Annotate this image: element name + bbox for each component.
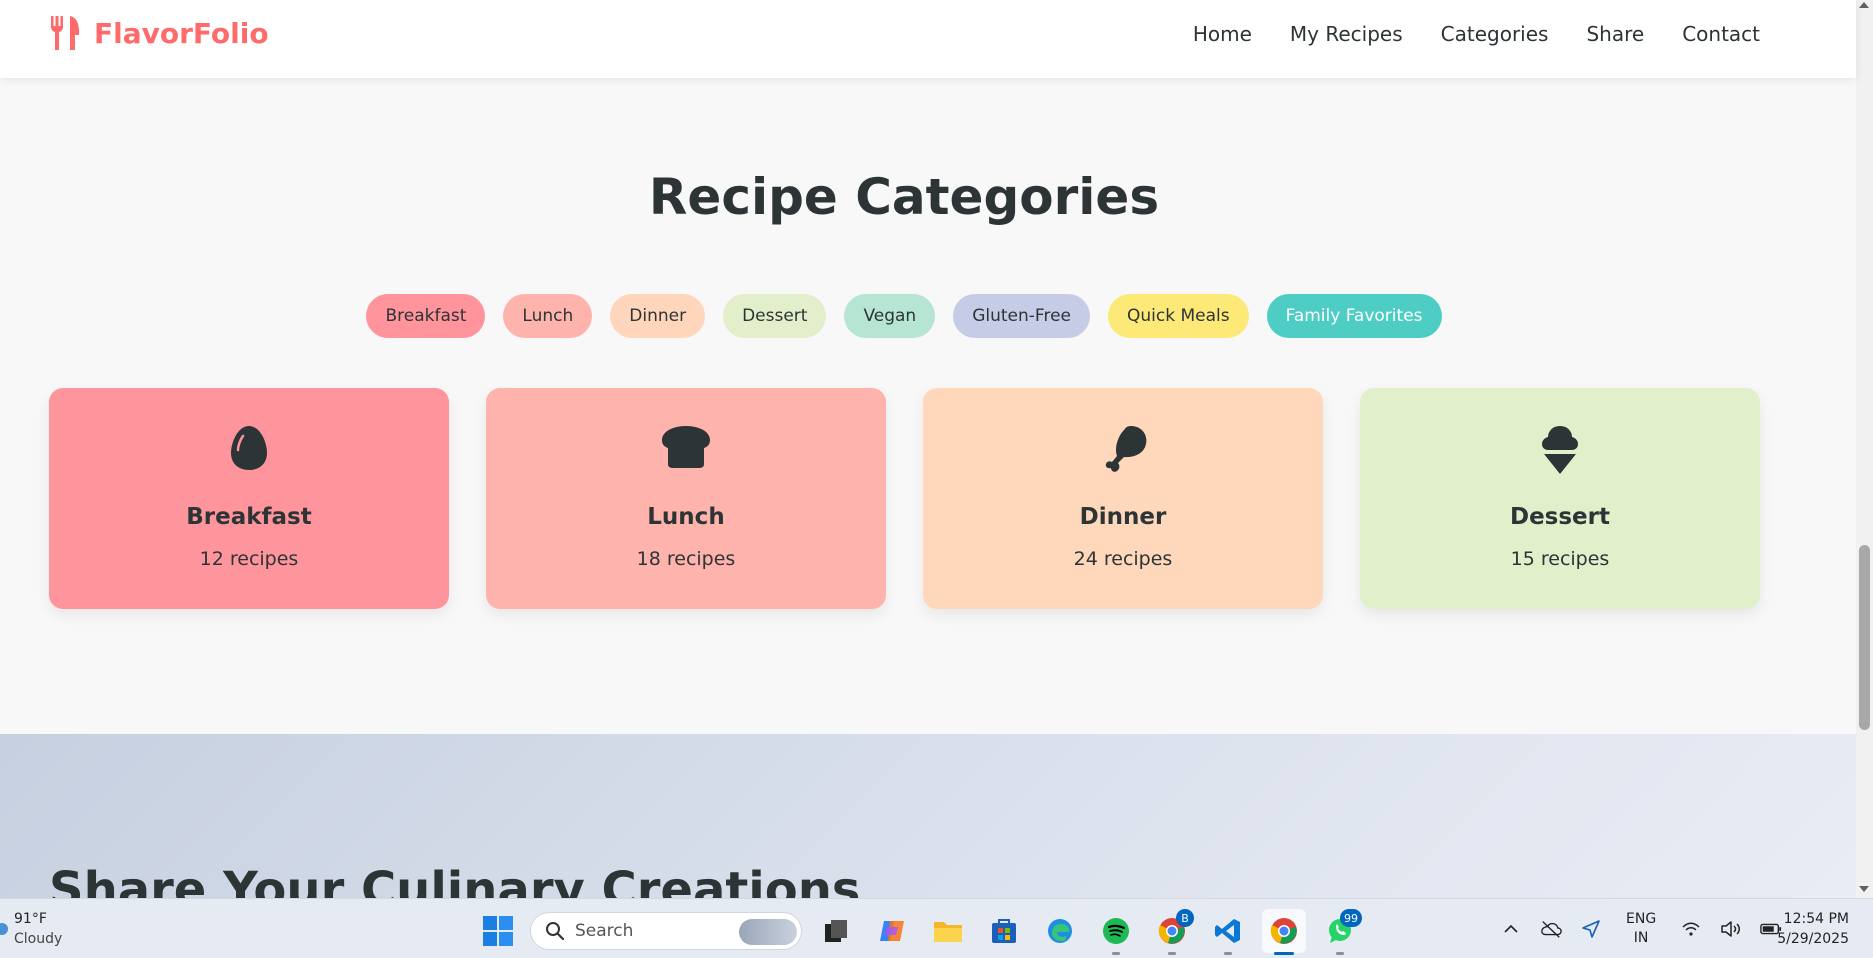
pill-dinner[interactable]: Dinner xyxy=(610,294,706,338)
vscode-button[interactable] xyxy=(1206,909,1250,955)
navbar: FlavorFolio Home My Recipes Categories S… xyxy=(0,0,1856,78)
windows-taskbar: 91°F Cloudy Search B 99 ENG IN 12:54 PM … xyxy=(0,898,1873,958)
share-section: Share Your Culinary Creations xyxy=(0,734,1856,898)
language-indicator[interactable]: ENG IN xyxy=(1626,910,1656,948)
category-cards: Breakfast 12 recipes Lunch 18 recipes Di… xyxy=(49,388,1760,609)
scrollbar-thumb[interactable] xyxy=(1859,545,1870,730)
scroll-down-arrow-icon[interactable] xyxy=(1859,886,1869,892)
chrome-icon xyxy=(1270,918,1297,944)
scroll-up-arrow-icon[interactable] xyxy=(1859,2,1869,8)
location-icon[interactable] xyxy=(1580,918,1602,940)
clock-time: 12:54 PM xyxy=(1783,911,1849,927)
nav-my-recipes[interactable]: My Recipes xyxy=(1290,22,1403,46)
chrome-button[interactable] xyxy=(1262,909,1306,955)
card-title: Dinner xyxy=(1079,504,1167,530)
taskbar-center: Search B 99 xyxy=(478,909,1362,955)
volume-icon[interactable] xyxy=(1720,918,1742,940)
edge-icon xyxy=(1048,919,1072,943)
ice-cream-icon xyxy=(1542,426,1578,474)
category-card-lunch[interactable]: Lunch 18 recipes xyxy=(486,388,886,609)
pill-gluten-free[interactable]: Gluten-Free xyxy=(953,294,1090,338)
categories-title: Recipe Categories xyxy=(648,168,1160,226)
weather-temp: 91°F xyxy=(14,911,47,927)
file-explorer-button[interactable] xyxy=(926,909,970,953)
chrome-profile-button[interactable]: B xyxy=(1150,909,1194,955)
weather-widget[interactable]: 91°F Cloudy xyxy=(0,909,62,949)
spotify-button[interactable] xyxy=(1094,909,1138,955)
wifi-icon[interactable] xyxy=(1680,918,1702,940)
pill-vegan[interactable]: Vegan xyxy=(844,294,936,338)
egg-icon xyxy=(231,426,267,470)
category-pills: Breakfast Lunch Dinner Dessert Vegan Glu… xyxy=(0,294,1808,338)
clock-date: 5/29/2025 xyxy=(1777,931,1849,947)
windows-logo-icon xyxy=(483,916,513,946)
card-title: Lunch xyxy=(647,504,725,530)
card-count: 18 recipes xyxy=(636,548,736,570)
card-count: 15 recipes xyxy=(1510,548,1610,570)
taskbar-search[interactable]: Search xyxy=(530,912,802,950)
page-scrollbar[interactable] xyxy=(1856,0,1873,898)
vscode-icon xyxy=(1215,919,1240,943)
drumstick-icon xyxy=(1105,426,1147,472)
whatsapp-button[interactable]: 99 xyxy=(1318,909,1362,955)
brand-name: FlavorFolio xyxy=(94,16,269,50)
card-title: Breakfast xyxy=(186,504,312,530)
nav-contact[interactable]: Contact xyxy=(1682,22,1760,46)
spotify-icon xyxy=(1103,918,1129,944)
task-view-icon xyxy=(825,920,847,942)
folder-icon xyxy=(934,922,962,942)
nav-categories[interactable]: Categories xyxy=(1441,22,1549,46)
microsoft-store-button[interactable] xyxy=(982,909,1026,953)
card-count: 12 recipes xyxy=(199,548,299,570)
pill-breakfast[interactable]: Breakfast xyxy=(366,294,486,338)
pill-quick-meals[interactable]: Quick Meals xyxy=(1108,294,1249,338)
nav-share[interactable]: Share xyxy=(1586,22,1644,46)
card-title: Dessert xyxy=(1509,504,1610,530)
language-code: ENG xyxy=(1626,911,1657,927)
pill-dessert[interactable]: Dessert xyxy=(723,294,827,338)
nav-home[interactable]: Home xyxy=(1193,22,1252,46)
onedrive-offline-icon[interactable] xyxy=(1540,918,1562,940)
search-highlight-image xyxy=(739,919,797,945)
taskbar-clock[interactable]: 12:54 PM 5/29/2025 xyxy=(1777,909,1849,949)
category-card-dessert[interactable]: Dessert 15 recipes xyxy=(1360,388,1760,609)
system-tray: ENG IN xyxy=(1500,909,1782,949)
bread-icon xyxy=(662,426,710,468)
copilot-icon xyxy=(880,921,904,941)
search-icon xyxy=(546,922,565,941)
store-icon xyxy=(992,919,1016,943)
category-card-breakfast[interactable]: Breakfast 12 recipes xyxy=(49,388,449,609)
utensils-icon xyxy=(50,16,79,50)
main-nav: Home My Recipes Categories Share Contact xyxy=(1193,22,1760,46)
brand-logo[interactable]: FlavorFolio xyxy=(48,14,269,52)
pill-lunch[interactable]: Lunch xyxy=(503,294,593,338)
region-code: IN xyxy=(1633,930,1649,946)
pill-family-favorites[interactable]: Family Favorites xyxy=(1266,294,1442,338)
weather-condition: Cloudy xyxy=(14,931,63,947)
start-button[interactable] xyxy=(478,911,518,951)
show-hidden-icons-chevron-icon[interactable] xyxy=(1500,918,1522,940)
edge-button[interactable] xyxy=(1038,909,1082,953)
profile-badge: B xyxy=(1176,909,1194,927)
weather-icon xyxy=(0,923,8,935)
category-card-dinner[interactable]: Dinner 24 recipes xyxy=(923,388,1323,609)
search-placeholder: Search xyxy=(575,921,634,941)
notification-badge: 99 xyxy=(1340,909,1362,927)
copilot-button[interactable] xyxy=(870,909,914,953)
task-view-button[interactable] xyxy=(814,909,858,953)
card-count: 24 recipes xyxy=(1073,548,1173,570)
share-title: Share Your Culinary Creations xyxy=(49,862,861,898)
